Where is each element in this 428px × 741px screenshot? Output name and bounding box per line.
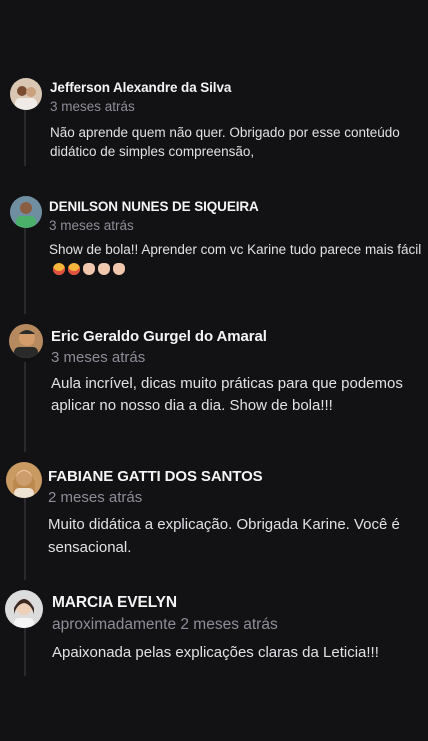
clapping-hands-emoji-icon	[98, 263, 110, 276]
author-name[interactable]: DENILSON NUNES DE SIQUEIRA	[49, 199, 259, 214]
comment-time: 3 meses atrás	[51, 349, 146, 366]
author-name[interactable]: MARCIA EVELYN	[52, 594, 177, 612]
comment-time: 3 meses atrás	[49, 218, 134, 233]
author-name[interactable]: FABIANE GATTI DOS SANTOS	[48, 468, 263, 485]
laughing-emoji-icon	[68, 263, 80, 276]
author-name[interactable]: Eric Geraldo Gurgel do Amaral	[51, 328, 267, 345]
thread-line	[24, 228, 26, 314]
thread-line	[24, 628, 26, 676]
author-name[interactable]: Jefferson Alexandre da Silva	[50, 80, 231, 95]
avatar[interactable]	[5, 590, 43, 628]
thread-line	[24, 498, 26, 580]
emoji-row	[53, 260, 128, 279]
comment-text: Show de bola!! Aprender com vc Karine tu…	[49, 240, 423, 279]
avatar[interactable]	[9, 324, 43, 358]
comment-text: Aula incrível, dicas muito práticas para…	[51, 375, 403, 414]
comment-time: 3 meses atrás	[50, 99, 135, 114]
thread-line	[24, 108, 26, 166]
comment-time: 2 meses atrás	[48, 489, 143, 506]
avatar[interactable]	[6, 462, 42, 498]
comment-text: Não aprende quem não quer. Obrigado por …	[50, 125, 400, 160]
comment-text: Muito didática a explicação. Obrigada Ka…	[48, 516, 400, 556]
comment-time: aproximadamente 2 meses atrás	[52, 616, 278, 633]
clapping-hands-emoji-icon	[113, 263, 125, 276]
clapping-hands-emoji-icon	[83, 263, 95, 276]
avatar[interactable]	[10, 196, 42, 228]
avatar[interactable]	[10, 78, 42, 110]
thread-line	[24, 362, 26, 452]
comment-text: Apaixonada pelas explicações claras da L…	[52, 644, 379, 661]
comment-text-content: Show de bola!! Aprender com vc Karine tu…	[49, 242, 422, 257]
laughing-emoji-icon	[53, 263, 65, 276]
